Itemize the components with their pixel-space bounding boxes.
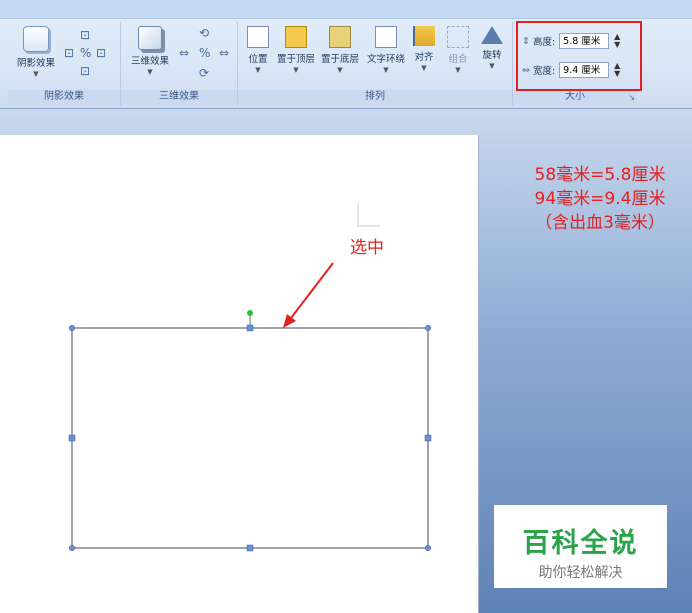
annotation-arrow-head [283, 314, 296, 328]
watermark-title: 百科全说 [522, 528, 639, 559]
annotation-line-3: （含出血3毫米） [535, 213, 665, 233]
resize-handle-top[interactable] [246, 324, 254, 332]
resize-handle-top-right[interactable] [424, 324, 432, 332]
resize-handle-bottom[interactable] [246, 544, 254, 552]
selected-annotation: 选中 [350, 238, 384, 258]
rotation-handle[interactable] [247, 310, 253, 316]
watermark-subtitle: 助你轻松解决 [538, 565, 623, 581]
resize-handle-bottom-left[interactable] [68, 544, 76, 552]
annotation-arrow-line [287, 262, 334, 323]
resize-handle-right[interactable] [424, 434, 432, 442]
margin-guide-corner [357, 203, 380, 227]
annotation-line-2: 94毫米=9.4厘米 [534, 189, 666, 209]
selected-rectangle-shape[interactable] [71, 327, 429, 549]
resize-handle-top-left[interactable] [68, 324, 76, 332]
resize-handle-left[interactable] [68, 434, 76, 442]
watermark-logo: 百科全说 助你轻松解决 [494, 505, 667, 588]
annotation-line-1: 58毫米=5.8厘米 [534, 165, 666, 185]
resize-handle-bottom-right[interactable] [424, 544, 432, 552]
